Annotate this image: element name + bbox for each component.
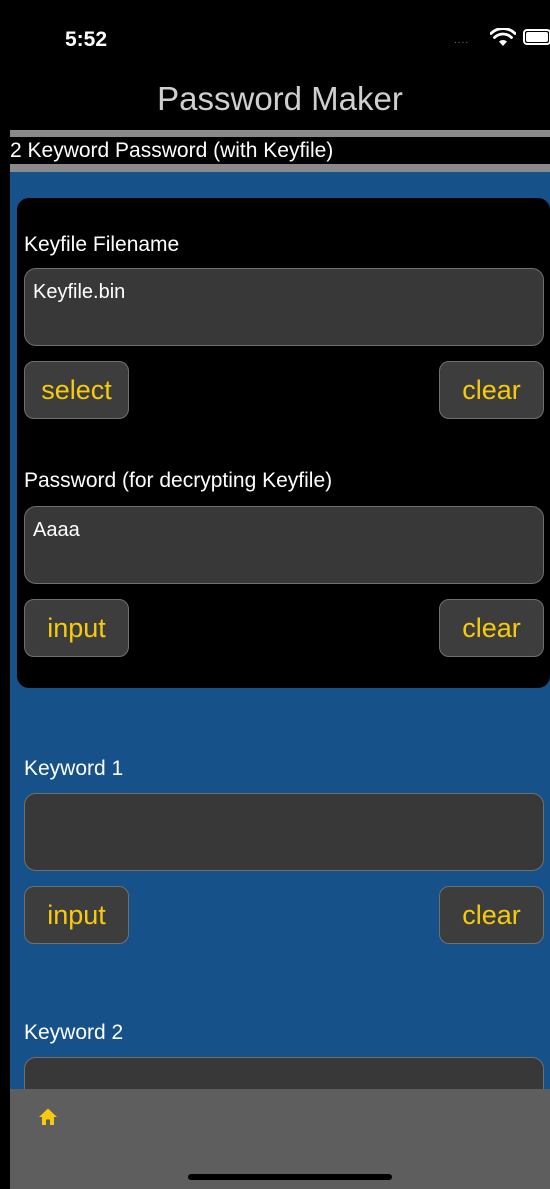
battery-icon [523, 29, 550, 45]
keyword1-clear-button[interactable]: clear [439, 886, 544, 944]
password-clear-button[interactable]: clear [439, 599, 544, 657]
mode-header-inner: 2 Keyword Password (with Keyfile) [10, 137, 550, 164]
keyfile-select-button[interactable]: select [24, 361, 129, 419]
home-indicator [188, 1174, 392, 1180]
mode-header: 2 Keyword Password (with Keyfile) [10, 130, 550, 172]
page-title: Password Maker [157, 80, 403, 117]
wifi-icon [490, 28, 516, 46]
status-bar: 5:52 .... [10, 0, 550, 70]
keyword1-input-button[interactable]: input [24, 886, 129, 944]
keyfile-password-label: Password (for decrypting Keyfile) [24, 469, 333, 492]
mode-label: 2 Keyword Password (with Keyfile) [10, 139, 334, 162]
keyfile-clear-button[interactable]: clear [439, 361, 544, 419]
keyfile-password-field[interactable]: Aaaa [24, 506, 544, 584]
tab-bar [10, 1089, 550, 1189]
keyfile-filename-label: Keyfile Filename [24, 233, 180, 256]
password-input-button[interactable]: input [24, 599, 129, 657]
status-time: 5:52 [65, 28, 108, 51]
navigation-bar: Password Maker [10, 70, 550, 130]
keyword1-label: Keyword 1 [24, 757, 124, 780]
frame-border [0, 0, 10, 1189]
keyword1-field[interactable] [24, 793, 544, 871]
home-icon[interactable] [38, 1107, 58, 1127]
keyword2-label: Keyword 2 [24, 1021, 124, 1044]
signal-dots: .... [454, 35, 470, 46]
keyfile-filename-field[interactable]: Keyfile.bin [24, 268, 544, 346]
